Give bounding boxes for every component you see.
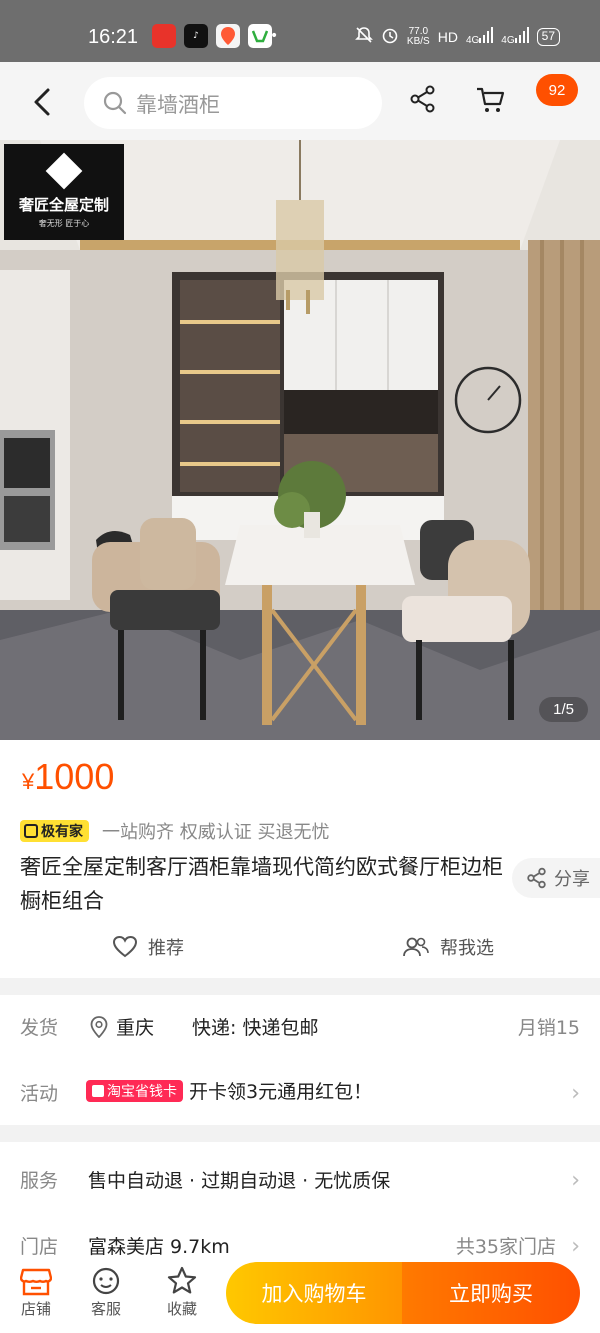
ship-city: 重庆 [116, 1017, 155, 1039]
savings-card-label: 淘宝省钱卡 [107, 1083, 177, 1100]
search-icon [102, 90, 128, 120]
brand-diamond-icon [45, 152, 83, 190]
ship-location: 重庆 [90, 1013, 154, 1040]
favorite-label: 收藏 [166, 1300, 197, 1318]
shipping-row[interactable]: 发货 重庆 快递: 快递包邮 月销15 [0, 1005, 600, 1049]
message-badge[interactable]: 92 [536, 74, 578, 106]
store-text: 富森美店 9.7km [88, 1236, 230, 1258]
service-card: 服务 售中自动退 · 过期自动退 · 无忧质保 › 门店 富森美店 9.7km … [0, 1142, 600, 1262]
more-notifications-icon: • [270, 28, 279, 44]
chat-face-icon [76, 1264, 136, 1298]
app-notification-icon [152, 24, 176, 48]
recommend-button[interactable]: 推荐 [112, 934, 184, 960]
service-label: 服务 [20, 1170, 59, 1192]
shop-icon [6, 1264, 66, 1298]
store-label: 门店 [20, 1236, 59, 1258]
tiktok-icon: ♪ [184, 24, 208, 48]
service-text: 售中自动退 · 过期自动退 · 无忧质保 [88, 1170, 391, 1192]
location-pin-icon [90, 1015, 108, 1038]
chevron-right-icon: › [571, 1081, 580, 1106]
app-root: 16:21 ♪ • 77.0 KB/S HD 4G 4G 57 靠墙酒柜 92 … [0, 0, 600, 1333]
share-label: 分享 [554, 869, 590, 890]
product-image[interactable]: 奢匠全屋定制 奢无形 匠于心 1/5 [0, 140, 600, 740]
hd-indicator: HD [437, 28, 458, 45]
back-button[interactable] [28, 84, 58, 120]
card-icon [92, 1084, 104, 1097]
brand-slogan: 奢无形 匠于心 [38, 219, 90, 228]
monthly-sales: 月销15 [517, 1017, 580, 1039]
customer-service-button[interactable]: 客服 [76, 1264, 136, 1319]
price: ¥1000 [22, 756, 114, 798]
jiyoujia-badge: 极有家 [20, 820, 89, 842]
share-product-button[interactable]: 分享 [512, 858, 600, 898]
status-bar: 16:21 ♪ • 77.0 KB/S HD 4G 4G 57 [0, 0, 600, 62]
favorite-button[interactable]: 收藏 [152, 1264, 212, 1319]
product-info-card: ¥1000 极有家 一站购齐 权威认证 买退无忧 奢匠全屋定制客厅酒柜靠墙现代简… [0, 740, 600, 978]
service-row[interactable]: 服务 售中自动退 · 过期自动退 · 无忧质保 › [0, 1158, 600, 1202]
net-speed: 77.0 KB/S [406, 26, 430, 47]
battery-indicator: 57 [536, 27, 560, 46]
activity-label: 活动 [20, 1083, 59, 1105]
back-arrow-icon [34, 88, 50, 116]
map-icon [216, 24, 240, 48]
notification-icons: ♪ [152, 24, 272, 48]
express-info: 快递: 快递包邮 [192, 1017, 319, 1039]
shop-label: 店铺 [20, 1300, 51, 1318]
chevron-right-icon: › [571, 1234, 580, 1259]
status-time: 16:21 [88, 26, 139, 48]
share-icon [410, 85, 435, 113]
brand-name: 奢匠全屋定制 [18, 196, 109, 214]
add-to-cart-button[interactable]: 加入购物车 [226, 1262, 402, 1324]
signal-2-label: 4G [501, 35, 515, 46]
star-icon [152, 1264, 212, 1298]
people-icon [403, 937, 429, 957]
heart-icon [112, 935, 138, 958]
recommend-label: 推荐 [148, 938, 184, 959]
activity-promo: 淘宝省钱卡 开卡领3元通用红包！ [86, 1077, 372, 1104]
product-title: 奢匠全屋定制客厅酒柜靠墙现代简约欧式餐厅柜边柜橱柜组合 [20, 855, 503, 913]
cart-button[interactable] [474, 84, 506, 120]
image-page-indicator: 1/5 [539, 697, 588, 722]
bottom-action-bar: 店铺 客服 收藏 加入购物车 立即购买 [0, 1258, 600, 1333]
help-label: 帮我选 [440, 938, 494, 959]
service-button-label: 客服 [90, 1300, 121, 1318]
alarm-icon [381, 26, 399, 47]
signal-2: 4G [501, 27, 529, 46]
signal-1: 4G [465, 27, 494, 46]
search-text: 靠墙酒柜 [136, 93, 220, 117]
activity-row[interactable]: 活动 淘宝省钱卡 开卡领3元通用红包！ › [0, 1071, 600, 1115]
service-slogan: 一站购齐 权威认证 买退无忧 [102, 822, 330, 843]
share-button[interactable] [408, 84, 438, 118]
help-me-choose-button[interactable]: 帮我选 [402, 934, 494, 960]
price-amount: 1000 [34, 756, 115, 797]
net-speed-unit: KB/S [406, 35, 430, 47]
cart-icon [477, 87, 505, 112]
shipping-card: 发货 重庆 快递: 快递包邮 月销15 活动 淘宝省钱卡 开卡领3元通用红包！ … [0, 995, 600, 1125]
brand-logo: 奢匠全屋定制 奢无形 匠于心 [4, 144, 124, 240]
activity-text: 开卡领3元通用红包！ [189, 1081, 373, 1103]
status-right: 77.0 KB/S HD 4G 4G 57 [354, 26, 560, 47]
store-count: 共35家门店 [455, 1236, 556, 1258]
jiyoujia-icon [24, 824, 38, 838]
mute-icon [354, 26, 373, 47]
buy-now-button[interactable]: 立即购买 [402, 1262, 580, 1324]
jiyoujia-label: 极有家 [41, 824, 83, 840]
chevron-right-icon: › [571, 1168, 580, 1193]
shipping-label: 发货 [20, 1017, 59, 1039]
share-icon [527, 867, 546, 889]
savings-card-tag: 淘宝省钱卡 [86, 1079, 183, 1102]
shop-button[interactable]: 店铺 [6, 1264, 66, 1319]
signal-1-label: 4G [465, 35, 480, 46]
price-currency: ¥ [22, 769, 35, 794]
search-bar[interactable]: 靠墙酒柜 [84, 77, 382, 129]
shopping-app-icon [248, 24, 272, 48]
top-nav: 靠墙酒柜 92 [0, 62, 600, 140]
